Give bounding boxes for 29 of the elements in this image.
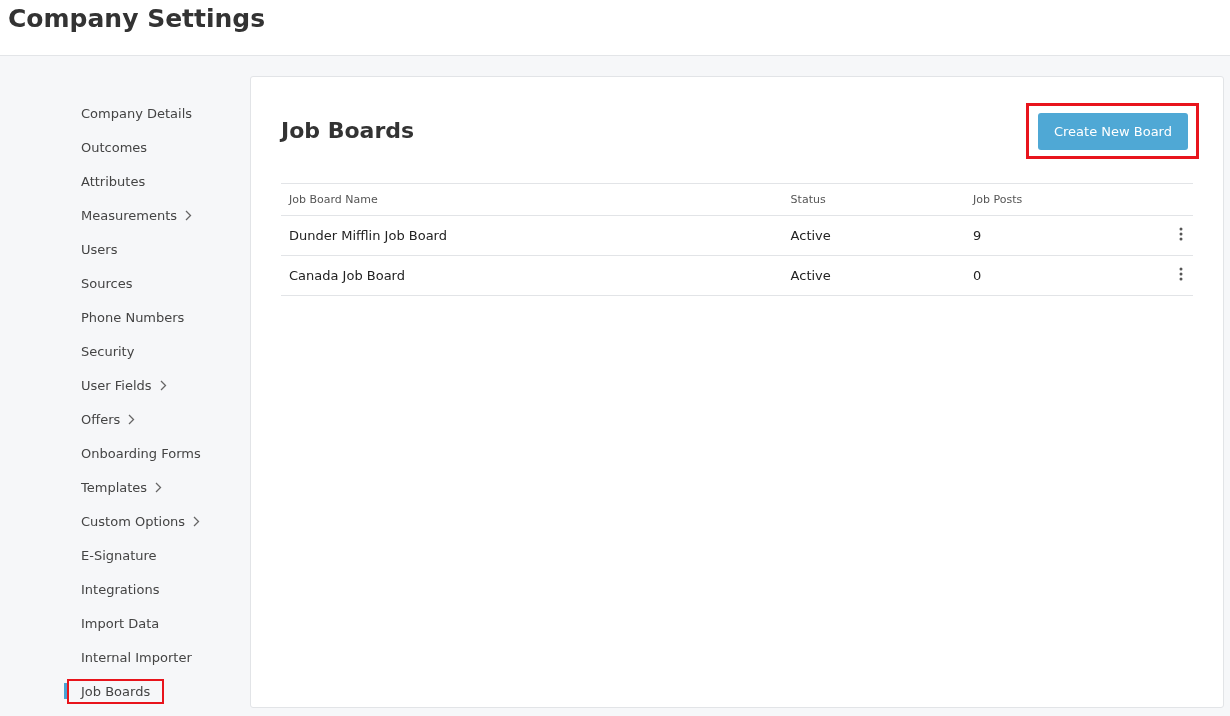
sidebar-item[interactable]: Phone Numbers <box>67 304 199 330</box>
sidebar-item[interactable]: Sources <box>67 270 147 296</box>
sidebar-item[interactable]: Company Details <box>67 100 207 126</box>
sidebar-item[interactable]: Security <box>67 338 149 364</box>
sidebar-item[interactable]: Measurements <box>67 202 207 228</box>
sidebar-item[interactable]: E-Signature <box>67 542 171 568</box>
table-cell: Canada Job Board <box>281 255 783 296</box>
column-header: Job Posts <box>965 183 1147 216</box>
table-cell: Active <box>782 255 965 296</box>
table-cell: 9 <box>965 215 1147 256</box>
sidebar-item[interactable]: Offers <box>67 406 150 432</box>
sidebar-item[interactable]: Templates <box>67 474 177 500</box>
sidebar-item[interactable]: Internal Importer <box>67 644 206 670</box>
section-title: Job Boards <box>281 118 415 143</box>
column-header: Status <box>782 183 965 216</box>
sidebar-item[interactable]: Onboarding Forms <box>67 440 215 466</box>
sidebar-item[interactable]: Integrations <box>67 576 174 602</box>
sidebar-item[interactable]: Import Data <box>67 610 174 636</box>
sidebar-item[interactable]: User Fields <box>67 372 181 398</box>
sidebar-item[interactable]: Attributes <box>67 168 160 194</box>
page-title: Company Settings <box>8 4 266 33</box>
sidebar-item[interactable]: Users <box>67 236 132 262</box>
table-cell: Dunder Mifflin Job Board <box>281 215 783 256</box>
table-cell: 0 <box>965 255 1147 296</box>
sidebar-item[interactable]: Outcomes <box>67 134 162 160</box>
table-cell: Active <box>782 215 965 256</box>
sidebar-item[interactable]: Custom Options <box>67 508 215 534</box>
sidebar-item[interactable]: Job Boards <box>67 678 165 704</box>
column-header: Job Board Name <box>281 183 783 216</box>
